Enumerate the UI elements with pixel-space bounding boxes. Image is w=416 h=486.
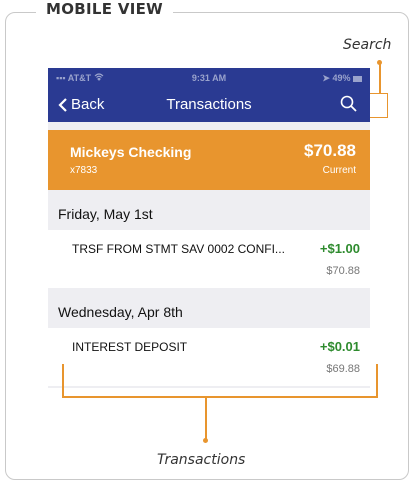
transaction-running-balance: $69.88 <box>326 363 360 375</box>
transactions-callout-stem <box>205 397 207 439</box>
transaction-running-balance: $70.88 <box>326 265 360 277</box>
back-button[interactable]: Back <box>58 96 104 113</box>
nav-bar: Back Transactions <box>48 88 370 122</box>
transactions-callout-bracket <box>62 396 378 398</box>
phone-screen: ▪▪▪ AT&T 9:31 AM ➤ 49% Back Transactions… <box>48 68 370 388</box>
search-button[interactable] <box>340 95 358 118</box>
account-status: Current <box>322 165 356 176</box>
account-name: Mickeys Checking <box>70 144 192 160</box>
battery-percent: 49% <box>332 73 351 83</box>
date-header-label: Friday, May 1st <box>58 206 153 222</box>
battery-icon <box>353 75 362 82</box>
transactions-callout-dot <box>203 438 208 443</box>
back-label: Back <box>71 96 105 113</box>
location-arrow-icon: ➤ <box>322 73 330 83</box>
chevron-left-icon <box>58 97 67 112</box>
transaction-description: TRSF FROM STMT SAV 0002 CONFI... <box>72 242 285 256</box>
search-callout-line <box>379 63 381 93</box>
account-number: x7833 <box>70 165 98 176</box>
transactions-callout-right-line <box>376 364 378 397</box>
battery-status: ➤ 49% <box>322 73 362 84</box>
transactions-callout-left-line <box>62 364 64 397</box>
search-callout-label: Search <box>343 37 392 53</box>
transaction-row[interactable]: TRSF FROM STMT SAV 0002 CONFI... +$1.00 … <box>48 230 370 288</box>
transaction-description: INTEREST DEPOSIT <box>72 340 188 354</box>
date-header-label: Wednesday, Apr 8th <box>58 304 183 320</box>
frame-title: MOBILE VIEW <box>36 0 174 14</box>
date-header: Friday, May 1st <box>48 198 370 230</box>
account-summary-card[interactable]: Mickeys Checking x7833 $70.88 Current <box>48 130 370 190</box>
search-icon <box>340 95 357 112</box>
transaction-row[interactable]: INTEREST DEPOSIT +$0.01 $69.88 <box>48 328 370 386</box>
account-balance: $70.88 <box>304 141 356 160</box>
status-bar: ▪▪▪ AT&T 9:31 AM ➤ 49% <box>48 68 370 88</box>
date-header: Wednesday, Apr 8th <box>48 296 370 328</box>
transaction-amount: +$0.01 <box>319 339 360 354</box>
transaction-amount: +$1.00 <box>319 241 360 256</box>
transactions-callout-label: Transactions <box>157 452 246 468</box>
